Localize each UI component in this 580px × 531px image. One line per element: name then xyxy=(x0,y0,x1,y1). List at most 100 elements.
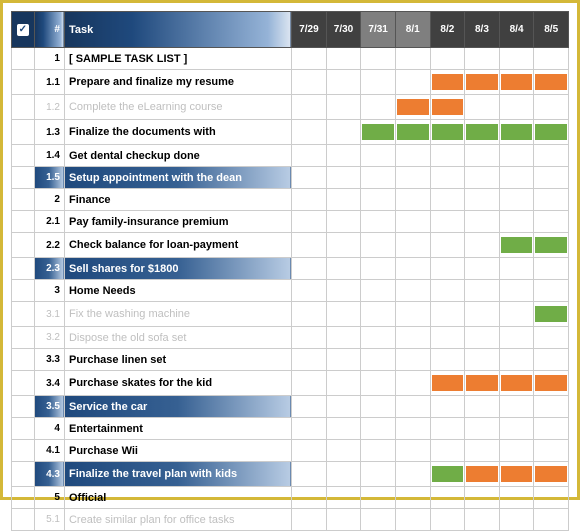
row-check[interactable] xyxy=(12,189,35,211)
gantt-cell[interactable] xyxy=(499,233,534,258)
row-check[interactable] xyxy=(12,349,35,371)
gantt-cell[interactable] xyxy=(430,349,465,371)
gantt-cell[interactable] xyxy=(292,211,327,233)
gantt-cell[interactable] xyxy=(465,120,500,145)
gantt-cell[interactable] xyxy=(465,371,500,396)
gantt-cell[interactable] xyxy=(326,189,361,211)
gantt-cell[interactable] xyxy=(361,487,396,509)
gantt-cell[interactable] xyxy=(465,280,500,302)
gantt-cell[interactable] xyxy=(395,145,430,167)
gantt-cell[interactable] xyxy=(326,70,361,95)
gantt-cell[interactable] xyxy=(326,48,361,70)
gantt-cell[interactable] xyxy=(292,396,327,418)
table-row[interactable]: 2Finance xyxy=(12,189,569,211)
gantt-cell[interactable] xyxy=(292,418,327,440)
gantt-bar-orange[interactable] xyxy=(501,74,533,90)
gantt-cell[interactable] xyxy=(430,145,465,167)
table-row[interactable]: 4Entertainment xyxy=(12,418,569,440)
table-row[interactable]: 3Home Needs xyxy=(12,280,569,302)
table-row[interactable]: 4.1Purchase Wii xyxy=(12,440,569,462)
gantt-cell[interactable] xyxy=(361,462,396,487)
row-task[interactable]: Setup appointment with the dean xyxy=(64,167,291,189)
gantt-bar-green[interactable] xyxy=(535,306,567,322)
gantt-cell[interactable] xyxy=(499,418,534,440)
gantt-cell[interactable] xyxy=(499,396,534,418)
row-task[interactable]: Create similar plan for office tasks xyxy=(64,509,291,531)
gantt-cell[interactable] xyxy=(395,327,430,349)
header-date-5[interactable]: 8/3 xyxy=(465,12,500,48)
gantt-cell[interactable] xyxy=(499,462,534,487)
gantt-bar-green[interactable] xyxy=(362,124,394,140)
gantt-bar-orange[interactable] xyxy=(501,375,533,391)
gantt-cell[interactable] xyxy=(465,189,500,211)
gantt-cell[interactable] xyxy=(292,233,327,258)
row-check[interactable] xyxy=(12,211,35,233)
gantt-cell[interactable] xyxy=(430,487,465,509)
gantt-cell[interactable] xyxy=(326,233,361,258)
gantt-cell[interactable] xyxy=(395,167,430,189)
row-task[interactable]: Service the car xyxy=(64,396,291,418)
table-row[interactable]: 3.2Dispose the old sofa set xyxy=(12,327,569,349)
gantt-cell[interactable] xyxy=(326,349,361,371)
row-check[interactable] xyxy=(12,327,35,349)
header-date-7[interactable]: 8/5 xyxy=(534,12,569,48)
gantt-cell[interactable] xyxy=(395,280,430,302)
gantt-cell[interactable] xyxy=(395,211,430,233)
row-check[interactable] xyxy=(12,302,35,327)
gantt-cell[interactable] xyxy=(430,509,465,531)
gantt-cell[interactable] xyxy=(292,371,327,396)
table-row[interactable]: 3.5Service the car xyxy=(12,396,569,418)
gantt-cell[interactable] xyxy=(465,302,500,327)
row-task[interactable]: Pay family-insurance premium xyxy=(64,211,291,233)
gantt-cell[interactable] xyxy=(361,189,396,211)
gantt-cell[interactable] xyxy=(361,396,396,418)
gantt-cell[interactable] xyxy=(395,95,430,120)
gantt-cell[interactable] xyxy=(292,189,327,211)
gantt-cell[interactable] xyxy=(534,233,569,258)
gantt-bar-orange[interactable] xyxy=(535,466,567,482)
gantt-cell[interactable] xyxy=(499,280,534,302)
gantt-cell[interactable] xyxy=(361,280,396,302)
gantt-cell[interactable] xyxy=(534,509,569,531)
gantt-cell[interactable] xyxy=(534,120,569,145)
gantt-bar-orange[interactable] xyxy=(501,466,533,482)
gantt-cell[interactable] xyxy=(361,418,396,440)
gantt-cell[interactable] xyxy=(326,487,361,509)
gantt-cell[interactable] xyxy=(395,371,430,396)
gantt-bar-orange[interactable] xyxy=(466,466,498,482)
gantt-cell[interactable] xyxy=(292,327,327,349)
gantt-bar-orange[interactable] xyxy=(432,99,464,115)
gantt-cell[interactable] xyxy=(534,418,569,440)
gantt-cell[interactable] xyxy=(499,211,534,233)
gantt-cell[interactable] xyxy=(430,371,465,396)
table-row[interactable]: 2.1Pay family-insurance premium xyxy=(12,211,569,233)
gantt-cell[interactable] xyxy=(465,48,500,70)
gantt-cell[interactable] xyxy=(534,280,569,302)
gantt-cell[interactable] xyxy=(465,211,500,233)
gantt-cell[interactable] xyxy=(361,349,396,371)
gantt-cell[interactable] xyxy=(465,258,500,280)
gantt-cell[interactable] xyxy=(430,440,465,462)
header-date-1[interactable]: 7/30 xyxy=(326,12,361,48)
row-check[interactable] xyxy=(12,258,35,280)
gantt-cell[interactable] xyxy=(499,327,534,349)
gantt-cell[interactable] xyxy=(326,371,361,396)
gantt-cell[interactable] xyxy=(534,440,569,462)
gantt-cell[interactable] xyxy=(395,349,430,371)
gantt-cell[interactable] xyxy=(361,167,396,189)
gantt-cell[interactable] xyxy=(499,349,534,371)
row-task[interactable]: Purchase linen set xyxy=(64,349,291,371)
gantt-cell[interactable] xyxy=(292,167,327,189)
gantt-cell[interactable] xyxy=(534,145,569,167)
gantt-cell[interactable] xyxy=(534,95,569,120)
gantt-cell[interactable] xyxy=(499,95,534,120)
gantt-cell[interactable] xyxy=(292,462,327,487)
gantt-cell[interactable] xyxy=(534,48,569,70)
row-check[interactable] xyxy=(12,48,35,70)
header-num[interactable]: # xyxy=(34,12,64,48)
gantt-cell[interactable] xyxy=(292,120,327,145)
table-row[interactable]: 3.1Fix the washing machine xyxy=(12,302,569,327)
gantt-cell[interactable] xyxy=(465,440,500,462)
table-row[interactable]: 4.3Finalize the travel plan with kids xyxy=(12,462,569,487)
row-check[interactable] xyxy=(12,396,35,418)
